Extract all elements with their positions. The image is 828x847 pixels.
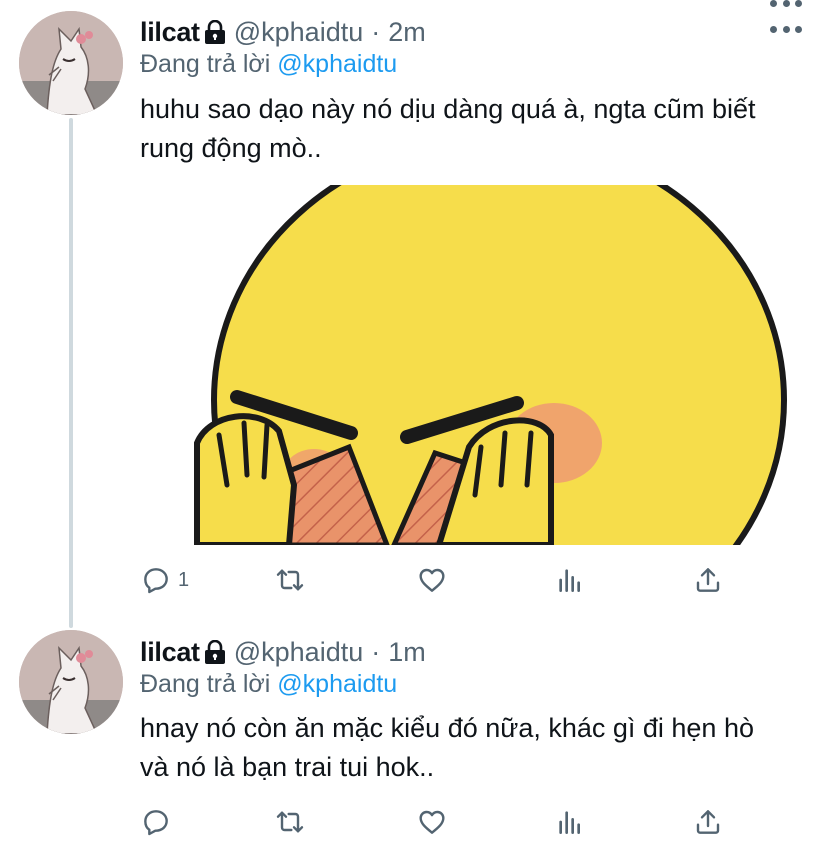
more-icon[interactable] [770, 26, 802, 36]
separator-dot: · [371, 16, 381, 47]
replying-to: Đang trả lời @kphaidtu [140, 50, 397, 79]
replying-mention[interactable]: @kphaidtu [277, 50, 397, 78]
retweet-button[interactable] [274, 560, 306, 600]
reply-icon [144, 568, 168, 594]
retweet-icon [276, 569, 304, 591]
reply-count: 1 [178, 568, 190, 591]
tweet-actions [140, 802, 740, 842]
reply-button[interactable] [140, 802, 178, 842]
tweet-actions: 1 [140, 560, 740, 600]
emoji-image [139, 185, 804, 545]
heart-icon [419, 810, 445, 834]
user-handle[interactable]: @kphaidtu [234, 637, 364, 668]
replying-mention[interactable]: @kphaidtu [277, 670, 397, 698]
like-button[interactable] [416, 802, 448, 842]
avatar-image [19, 630, 123, 734]
share-button[interactable] [692, 560, 724, 600]
tweet-header: lilcat @kphaidtu · 1m [140, 635, 426, 669]
replying-prefix: Đang trả lời [140, 670, 271, 698]
timestamp[interactable]: 1m [388, 637, 426, 668]
replying-to: Đang trả lời @kphaidtu [140, 670, 397, 699]
retweet-icon [276, 811, 304, 833]
stats-button[interactable] [554, 802, 586, 842]
display-name[interactable]: lilcat [140, 637, 200, 668]
more-icon[interactable] [770, 0, 802, 10]
avatar[interactable] [19, 11, 123, 115]
share-icon [696, 810, 720, 834]
tweet-header: lilcat @kphaidtu · 2m [140, 15, 426, 49]
tweet-media[interactable] [139, 185, 804, 545]
reply-icon [144, 810, 168, 836]
share-icon [696, 568, 720, 592]
tweet-2[interactable]: lilcat @kphaidtu · 1m Đang trả lời @kpha… [0, 615, 828, 847]
timestamp[interactable]: 2m [388, 17, 426, 48]
avatar-image [19, 11, 123, 115]
avatar[interactable] [19, 630, 123, 734]
display-name[interactable]: lilcat [140, 17, 200, 48]
retweet-button[interactable] [274, 802, 306, 842]
stats-icon [559, 569, 580, 592]
share-button[interactable] [692, 802, 724, 842]
lock-icon [204, 19, 226, 44]
tweet-1[interactable]: lilcat @kphaidtu · 2m Đang trả lời @kpha… [0, 0, 828, 615]
tweet-text: huhu sao dạo này nó dịu dàng quá à, ngta… [140, 94, 756, 163]
separator-dot: · [371, 636, 381, 667]
heart-icon [419, 568, 445, 592]
like-button[interactable] [416, 560, 448, 600]
user-handle[interactable]: @kphaidtu [234, 17, 364, 48]
lock-icon [204, 639, 226, 664]
stats-button[interactable] [554, 560, 586, 600]
tweet-text: hnay nó còn ăn mặc kiểu đó nữa, khác gì … [140, 713, 754, 782]
stats-icon [559, 811, 580, 834]
reply-button[interactable]: 1 [140, 560, 189, 600]
replying-prefix: Đang trả lời [140, 50, 271, 78]
